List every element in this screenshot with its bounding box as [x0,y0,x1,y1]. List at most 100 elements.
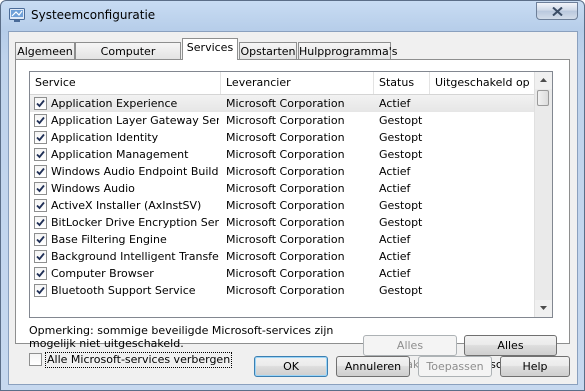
checkmark-icon [36,167,45,176]
tab-services[interactable]: Services [182,38,238,60]
table-row[interactable]: ActiveX Installer (AxInstSV) Microsoft C… [30,197,535,214]
service-checkbox[interactable] [34,165,47,178]
hide-microsoft-services-checkbox[interactable] [29,353,42,366]
service-name: Application Layer Gateway Service [51,114,219,127]
service-checkbox[interactable] [34,148,47,161]
column-header-service[interactable]: Service [30,72,221,94]
tab-label: Hulpprogramma's [299,45,398,58]
service-checkbox[interactable] [34,233,47,246]
scroll-up-button[interactable] [535,72,552,89]
button-label: Toepassen [426,360,484,373]
services-panel: Service Leverancier Status Uitgeschakeld… [15,59,570,371]
service-status: Actief [379,97,411,110]
button-label: Help [522,360,548,373]
service-name: Bluetooth Support Service [51,284,196,297]
tab-algemeen[interactable]: Algemeen [15,42,75,59]
ok-button[interactable]: OK [254,356,328,377]
tab-computer-opstarten[interactable]: Computer opstarten [75,42,181,75]
service-checkbox[interactable] [34,182,47,195]
tab-label: Algemeen [17,45,73,58]
checkmark-icon [36,150,45,159]
window-title: Systeemconfiguratie [31,8,156,22]
service-status: Actief [379,267,411,280]
service-status: Gestopt [379,131,423,144]
service-vendor: Microsoft Corporation [226,267,345,280]
column-header-status[interactable]: Status [374,72,430,94]
checkmark-icon [36,286,45,295]
checkmark-icon [36,252,45,261]
checkmark-icon [36,218,45,227]
service-name: Base Filtering Engine [51,233,167,246]
service-checkbox[interactable] [34,284,47,297]
table-row[interactable]: Bluetooth Support Service Microsoft Corp… [30,282,535,299]
title-bar[interactable]: Systeemconfiguratie [1,1,584,31]
tab-opstarten[interactable]: Opstarten [239,42,297,59]
service-vendor: Microsoft Corporation [226,114,345,127]
checkmark-icon [36,201,45,210]
service-vendor: Microsoft Corporation [226,148,345,161]
enable-all-button[interactable]: Alles inschakelen [363,335,457,371]
table-row[interactable]: Windows Audio Microsoft Corporation Acti… [30,180,535,197]
checkmark-icon [36,116,45,125]
column-header-label: Leverancier [226,76,291,89]
service-vendor: Microsoft Corporation [226,182,345,195]
tab-hulpprogrammas[interactable]: Hulpprogramma's [298,42,397,59]
table-row[interactable]: Application Management Microsoft Corpora… [30,146,535,163]
service-vendor: Microsoft Corporation [226,97,345,110]
checkmark-icon [36,99,45,108]
scroll-down-button[interactable] [535,300,552,317]
service-checkbox[interactable] [34,131,47,144]
table-row[interactable]: Computer Browser Microsoft Corporation A… [30,265,535,282]
column-header-label: Uitgeschakeld op [435,76,530,89]
table-row[interactable]: Application Layer Gateway Service Micros… [30,112,535,129]
column-header-label: Status [379,76,415,89]
table-row[interactable]: Background Intelligent Transfer ... Micr… [30,248,535,265]
service-checkbox[interactable] [34,114,47,127]
table-row[interactable]: Base Filtering Engine Microsoft Corporat… [30,231,535,248]
tab-label: Opstarten [240,45,296,58]
msconfig-icon [9,8,25,22]
service-status: Gestopt [379,199,423,212]
table-row[interactable]: BitLocker Drive Encryption Service Micro… [30,214,535,231]
service-status: Actief [379,250,411,263]
column-header-disabled-on[interactable]: Uitgeschakeld op [430,72,535,94]
service-name: Computer Browser [51,267,154,280]
table-row[interactable]: Windows Audio Endpoint Builder Microsoft… [30,163,535,180]
close-button[interactable] [536,2,578,20]
service-status: Actief [379,233,411,246]
msconfig-window: Systeemconfiguratie Algemeen Computer op… [0,0,585,391]
service-vendor: Microsoft Corporation [226,216,345,229]
checkmark-icon [36,235,45,244]
checkmark-icon [36,133,45,142]
close-icon [552,7,563,16]
service-checkbox[interactable] [34,97,47,110]
service-status: Gestopt [379,148,423,161]
scroll-down-arrow-icon [540,306,547,310]
table-row[interactable]: Application Identity Microsoft Corporati… [30,129,535,146]
column-header-vendor[interactable]: Leverancier [221,72,374,94]
table-row[interactable]: Application Experience Microsoft Corpora… [30,95,535,112]
services-list[interactable]: Service Leverancier Status Uitgeschakeld… [29,71,553,318]
checkmark-icon [36,184,45,193]
service-checkbox[interactable] [34,199,47,212]
button-label: Annuleren [344,360,402,373]
service-status: Gestopt [379,114,423,127]
dialog-client-area: Algemeen Computer opstarten Services Ops… [8,31,578,385]
scroll-up-arrow-icon [540,78,547,82]
cancel-button[interactable]: Annuleren [336,356,410,377]
service-name: Application Identity [51,131,159,144]
service-vendor: Microsoft Corporation [226,199,345,212]
service-name: BitLocker Drive Encryption Service [51,216,219,229]
help-button[interactable]: Help [500,356,570,377]
checkmark-icon [36,269,45,278]
service-checkbox[interactable] [34,250,47,263]
column-header-label: Service [35,76,76,89]
service-checkbox[interactable] [34,216,47,229]
service-checkbox[interactable] [34,267,47,280]
service-vendor: Microsoft Corporation [226,284,345,297]
disable-all-button[interactable]: Alles uitschakelen [464,335,557,371]
scroll-thumb[interactable] [537,90,549,106]
service-name: Application Experience [51,97,178,110]
vertical-scrollbar[interactable] [534,72,552,317]
apply-button[interactable]: Toepassen [418,356,492,377]
